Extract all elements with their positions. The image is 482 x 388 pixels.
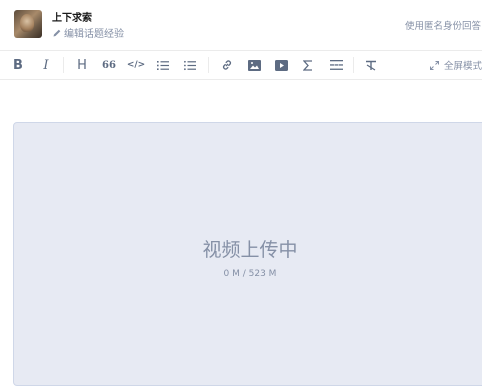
video-icon <box>274 59 288 71</box>
edit-topic-experience-link[interactable]: 编辑话题经验 <box>52 25 124 40</box>
link-button[interactable] <box>219 51 235 79</box>
fullscreen-button[interactable]: 全屏模式 <box>430 51 482 79</box>
fullscreen-label: 全屏模式 <box>444 61 482 72</box>
image-button[interactable] <box>246 51 262 79</box>
upload-status: 视频上传中 <box>202 239 298 261</box>
bold-button[interactable]: B <box>10 51 26 79</box>
quote-icon: 66 <box>102 59 116 71</box>
code-button[interactable]: </> <box>126 51 146 79</box>
bullet-list-button[interactable] <box>182 51 198 79</box>
quote-button[interactable]: 66 <box>101 51 117 79</box>
expand-icon <box>430 60 439 70</box>
italic-button[interactable]: I <box>38 51 54 79</box>
toolbar-divider <box>63 57 64 73</box>
heading-button[interactable]: H <box>74 51 90 79</box>
bullet-list-icon <box>184 60 196 70</box>
editor-header: 上下求索 编辑话题经验 使用匿名身份回答 <box>0 0 482 48</box>
format-toolbar: B I H 66 </> 全屏模式 <box>0 50 482 80</box>
bold-icon: B <box>13 57 23 73</box>
heading-icon: H <box>77 57 87 73</box>
video-upload-card: 视频上传中 0 M / 523 M <box>13 122 482 386</box>
upload-progress-text: 0 M / 523 M <box>223 269 277 279</box>
toolbar-divider <box>208 57 209 73</box>
anonymous-answer-toggle[interactable]: 使用匿名身份回答 <box>405 18 481 32</box>
link-icon <box>222 60 232 70</box>
divider-icon <box>329 60 343 70</box>
clear-format-button[interactable] <box>363 51 379 79</box>
divider-insert-button[interactable] <box>328 51 344 79</box>
clear-format-icon <box>366 60 376 71</box>
italic-icon: I <box>43 57 49 73</box>
code-icon: </> <box>126 60 146 70</box>
pencil-icon <box>53 29 61 36</box>
image-icon <box>247 59 261 71</box>
ordered-list-icon <box>157 60 169 70</box>
user-name[interactable]: 上下求索 <box>52 9 92 24</box>
ordered-list-button[interactable] <box>155 51 171 79</box>
formula-button[interactable] <box>300 51 316 79</box>
toolbar-divider <box>353 57 354 73</box>
edit-topic-experience-label: 编辑话题经验 <box>64 29 124 40</box>
answer-editor: 上下求索 编辑话题经验 使用匿名身份回答 B I H 66 </> 全屏模式 视… <box>0 0 482 388</box>
avatar[interactable] <box>14 10 42 38</box>
formula-icon <box>303 59 312 71</box>
video-button[interactable] <box>273 51 289 79</box>
